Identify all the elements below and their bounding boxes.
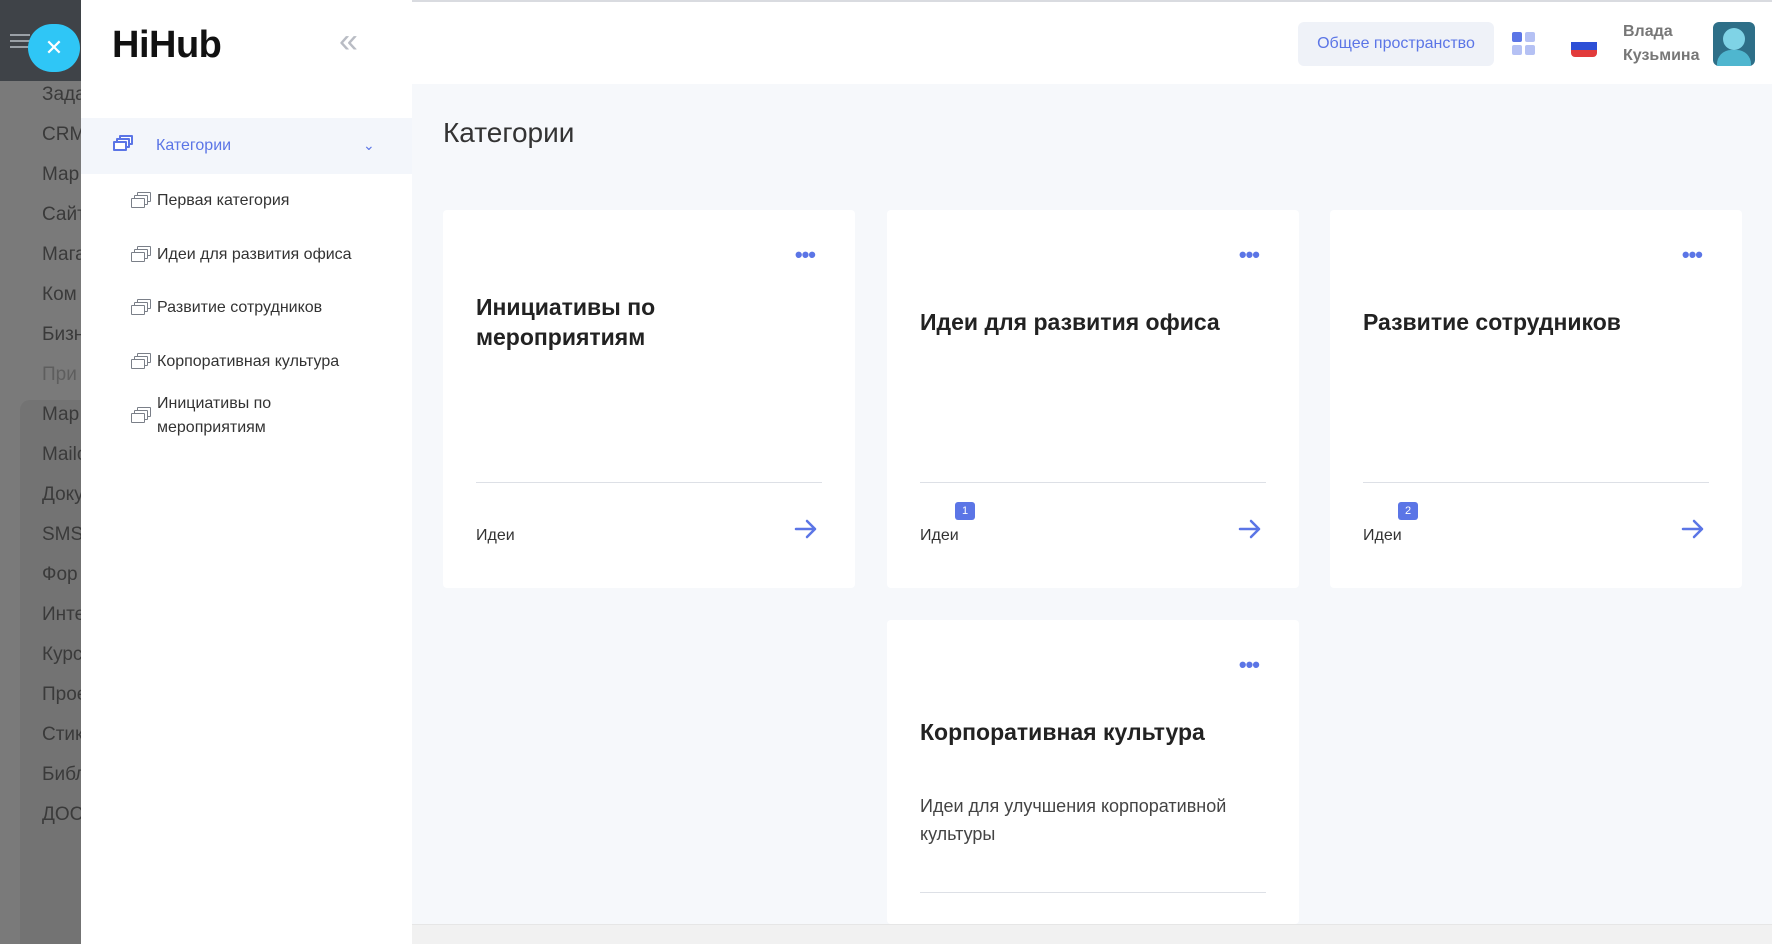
apps-grid-icon[interactable] xyxy=(1512,32,1536,56)
sidebar-item-categories[interactable]: Категории ⌄ xyxy=(81,118,412,174)
double-chevron-left-icon: « xyxy=(339,22,358,60)
user-name[interactable]: Влада Кузьмина xyxy=(1623,20,1699,68)
background-app-group xyxy=(20,400,90,944)
more-options-icon[interactable]: ••• xyxy=(795,244,816,266)
close-icon: ✕ xyxy=(44,35,64,60)
arrow-right-icon[interactable] xyxy=(1237,516,1263,542)
flag-stripe xyxy=(1571,49,1597,57)
category-card[interactable]: ••• Идеи для развития офиса Идеи 1 xyxy=(887,210,1299,588)
count-badge: 1 xyxy=(955,502,975,520)
category-icon xyxy=(131,407,151,423)
sidebar-item-label: Категории xyxy=(156,137,232,154)
arrow-right-icon[interactable] xyxy=(793,516,819,542)
page-title: Категории xyxy=(443,117,575,148)
workspace-button[interactable]: Общее пространство xyxy=(1298,22,1494,66)
category-card[interactable]: ••• Инициативы по мероприятиям Идеи xyxy=(443,210,855,588)
divider xyxy=(920,892,1266,893)
card-title: Корпоративная культура xyxy=(920,719,1205,745)
card-footer-label: Идеи xyxy=(476,527,515,544)
more-options-icon[interactable]: ••• xyxy=(1682,244,1703,266)
category-icon xyxy=(131,192,151,208)
chevron-down-icon[interactable]: ⌄ xyxy=(363,137,375,154)
divider xyxy=(476,482,822,483)
user-last-name: Кузьмина xyxy=(1623,47,1700,64)
category-icon xyxy=(131,353,151,369)
card-title: Идеи для развития офиса xyxy=(920,309,1220,335)
flag-stripe xyxy=(1571,35,1597,43)
flag-stripe xyxy=(1571,42,1597,50)
collapse-sidebar-button[interactable]: « xyxy=(339,24,369,60)
language-flag-icon[interactable] xyxy=(1571,35,1597,57)
arrow-right-icon[interactable] xyxy=(1680,516,1706,542)
category-card[interactable]: ••• Корпоративная культура Идеи для улуч… xyxy=(887,620,1299,924)
menu-icon[interactable] xyxy=(10,34,30,48)
hihub-sidebar: HiHub « Категории ⌄ Первая категория Иде… xyxy=(81,0,412,944)
categories-icon xyxy=(113,135,133,151)
horizontal-scrollbar[interactable] xyxy=(412,924,1772,944)
card-title: Инициативы по мероприятиям xyxy=(476,294,656,350)
divider xyxy=(1363,482,1709,483)
category-icon xyxy=(131,299,151,315)
divider xyxy=(920,482,1266,483)
sidebar-subitem-label: Первая категория xyxy=(157,192,290,209)
more-options-icon[interactable]: ••• xyxy=(1239,244,1260,266)
sidebar-subitem-label: Развитие сотрудников xyxy=(157,299,323,316)
category-card[interactable]: ••• Развитие сотрудников Идеи 2 xyxy=(1330,210,1742,588)
avatar[interactable] xyxy=(1713,22,1755,66)
top-bar: Общее пространство Влада Кузьмина xyxy=(412,0,1772,84)
sidebar-subitem-label: Идеи для развития офиса xyxy=(157,246,352,263)
card-footer-label: Идеи xyxy=(1363,527,1402,544)
logo: HiHub xyxy=(112,24,222,66)
background-app-sidebar: Зада CRM Мар Сайт Мага Ком Бизн При Мар … xyxy=(0,0,90,944)
count-badge: 2 xyxy=(1398,502,1418,520)
sidebar-subitem-label: Корпоративная культура xyxy=(157,353,340,370)
card-title: Развитие сотрудников xyxy=(1363,309,1621,335)
sidebar-subitem-label: Инициативы по мероприятиям xyxy=(157,395,272,436)
card-description: Идеи для улучшения корпоративной культур… xyxy=(920,796,1227,844)
category-icon xyxy=(131,246,151,262)
close-slider-button[interactable]: ✕ xyxy=(28,24,80,72)
user-first-name: Влада xyxy=(1623,23,1673,40)
more-options-icon[interactable]: ••• xyxy=(1239,654,1260,676)
card-footer-label: Идеи xyxy=(920,527,959,544)
